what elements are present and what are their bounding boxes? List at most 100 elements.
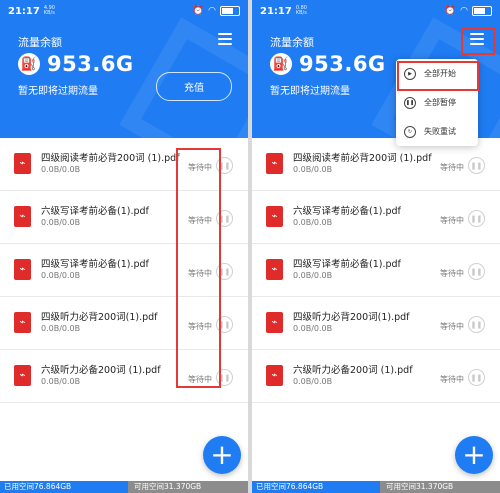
menu-item-label: 全部暂停 xyxy=(424,98,456,107)
menu-item-label: 失败重试 xyxy=(424,127,456,136)
recharge-button[interactable]: 充值 xyxy=(156,72,232,101)
hamburger-menu-icon[interactable] xyxy=(218,33,232,45)
menu-item-label: 全部开始 xyxy=(424,69,456,78)
status-time: 21:17 xyxy=(260,5,292,17)
pdf-file-icon: ⌁ xyxy=(266,206,283,227)
battery-icon xyxy=(220,6,240,16)
pause-icon[interactable]: ❚❚ xyxy=(216,210,233,227)
network-speed: 0.80 KB/s xyxy=(295,5,307,16)
right-screen: 21:17 0.80 KB/s ⏰ ◠ 流量余额 ⛽ 953.6G 暂无即将过期… xyxy=(252,0,500,493)
add-download-button[interactable]: + xyxy=(455,436,493,474)
traffic-amount: 953.6G xyxy=(47,52,134,76)
list-item[interactable]: ⌁ 四级听力必背200词(1).pdf 0.0B/0.0B 等待中 ❚❚ xyxy=(0,297,248,350)
status-bar: 21:17 4.90 KB/s ⏰ ◠ xyxy=(8,4,240,18)
pause-icon[interactable]: ❚❚ xyxy=(468,263,485,280)
menu-item-start-all[interactable]: ▶ 全部开始 xyxy=(396,59,478,88)
file-size: 0.0B/0.0B xyxy=(293,377,333,386)
download-status: 等待中 xyxy=(440,269,464,278)
menu-item-pause-all[interactable]: ❚❚ 全部暂停 xyxy=(396,88,478,117)
download-status: 等待中 xyxy=(188,269,212,278)
list-item[interactable]: ⌁ 四级听力必背200词(1).pdf 0.0B/0.0B 等待中 ❚❚ xyxy=(252,297,500,350)
wifi-icon: ◠ xyxy=(460,6,468,16)
storage-bar: 已用空间76.864GB 可用空间31.370GB xyxy=(252,481,500,493)
list-item[interactable]: ⌁ 六级听力必备200词 (1).pdf 0.0B/0.0B 等待中 ❚❚ xyxy=(0,350,248,403)
traffic-balance: ⛽ 953.6G xyxy=(18,52,134,76)
pause-icon[interactable]: ❚❚ xyxy=(216,316,233,333)
file-size: 0.0B/0.0B xyxy=(293,271,333,280)
hamburger-menu-icon[interactable] xyxy=(470,33,484,45)
pause-icon[interactable]: ❚❚ xyxy=(216,369,233,386)
download-status: 等待中 xyxy=(188,216,212,225)
comparison-screenshots: 21:17 4.90 KB/s ⏰ ◠ 流量余额 ⛽ 953.6G 暂无即将过期… xyxy=(0,0,500,493)
pause-icon[interactable]: ❚❚ xyxy=(216,263,233,280)
pdf-file-icon: ⌁ xyxy=(266,312,283,333)
status-icons: ⏰ ◠ xyxy=(445,6,492,16)
file-size: 0.0B/0.0B xyxy=(293,324,333,333)
battery-icon xyxy=(472,6,492,16)
file-size: 0.0B/0.0B xyxy=(41,218,81,227)
pdf-file-icon: ⌁ xyxy=(14,206,31,227)
gas-station-icon: ⛽ xyxy=(18,53,40,75)
storage-bar: 已用空间76.864GB 可用空间31.370GB xyxy=(0,481,248,493)
file-name: 四级写译考前必备(1).pdf xyxy=(293,259,401,270)
alarm-icon: ⏰ xyxy=(444,6,457,16)
traffic-balance: ⛽ 953.6G xyxy=(270,52,386,76)
download-status: 等待中 xyxy=(188,163,212,172)
file-name: 四级阅读考前必背200词 (1).pdf xyxy=(41,153,180,164)
available-space: 可用空间31.370GB xyxy=(128,481,248,493)
pause-icon[interactable]: ❚❚ xyxy=(468,316,485,333)
pdf-file-icon: ⌁ xyxy=(266,153,283,174)
add-download-button[interactable]: + xyxy=(203,436,241,474)
file-name: 四级听力必背200词(1).pdf xyxy=(293,312,410,323)
network-speed: 4.90 KB/s xyxy=(43,5,55,16)
pdf-file-icon: ⌁ xyxy=(14,312,31,333)
pdf-file-icon: ⌁ xyxy=(14,365,31,386)
file-name: 六级写译考前必备(1).pdf xyxy=(293,206,401,217)
status-bar: 21:17 0.80 KB/s ⏰ ◠ xyxy=(260,4,492,18)
refresh-icon: ↻ xyxy=(404,125,416,138)
pdf-file-icon: ⌁ xyxy=(266,365,283,386)
file-name: 四级写译考前必备(1).pdf xyxy=(41,259,149,270)
file-size: 0.0B/0.0B xyxy=(293,218,333,227)
left-screen: 21:17 4.90 KB/s ⏰ ◠ 流量余额 ⛽ 953.6G 暂无即将过期… xyxy=(0,0,248,493)
list-item[interactable]: ⌁ 六级听力必备200词 (1).pdf 0.0B/0.0B 等待中 ❚❚ xyxy=(252,350,500,403)
pause-icon[interactable]: ❚❚ xyxy=(468,369,485,386)
menu-item-retry-failed[interactable]: ↻ 失败重试 xyxy=(396,117,478,146)
download-status: 等待中 xyxy=(440,216,464,225)
file-name: 六级听力必备200词 (1).pdf xyxy=(41,365,161,376)
pause-icon[interactable]: ❚❚ xyxy=(468,157,485,174)
page-title: 流量余额 xyxy=(270,36,314,49)
file-size: 0.0B/0.0B xyxy=(41,271,81,280)
status-icons: ⏰ ◠ xyxy=(193,6,240,16)
pause-icon[interactable]: ❚❚ xyxy=(468,210,485,227)
list-item[interactable]: ⌁ 六级写译考前必备(1).pdf 0.0B/0.0B 等待中 ❚❚ xyxy=(0,191,248,244)
traffic-amount: 953.6G xyxy=(299,52,386,76)
expire-note: 暂无即将过期流量 xyxy=(270,86,350,97)
list-item[interactable]: ⌁ 四级阅读考前必背200词 (1).pdf 0.0B/0.0B 等待中 ❚❚ xyxy=(0,138,248,191)
status-time: 21:17 xyxy=(8,5,40,17)
page-title: 流量余额 xyxy=(18,36,62,49)
file-name: 六级听力必备200词 (1).pdf xyxy=(293,365,413,376)
play-icon: ▶ xyxy=(404,67,416,80)
list-item[interactable]: ⌁ 四级写译考前必备(1).pdf 0.0B/0.0B 等待中 ❚❚ xyxy=(0,244,248,297)
download-status: 等待中 xyxy=(440,322,464,331)
list-item[interactable]: ⌁ 四级写译考前必备(1).pdf 0.0B/0.0B 等待中 ❚❚ xyxy=(252,244,500,297)
download-list: ⌁ 四级阅读考前必背200词 (1).pdf 0.0B/0.0B 等待中 ❚❚ … xyxy=(0,138,248,403)
pdf-file-icon: ⌁ xyxy=(266,259,283,280)
used-space: 已用空间76.864GB xyxy=(256,482,324,491)
file-size: 0.0B/0.0B xyxy=(41,324,81,333)
expire-note: 暂无即将过期流量 xyxy=(18,86,98,97)
file-size: 0.0B/0.0B xyxy=(41,165,81,174)
pause-icon[interactable]: ❚❚ xyxy=(216,157,233,174)
download-status: 等待中 xyxy=(188,375,212,384)
pdf-file-icon: ⌁ xyxy=(14,259,31,280)
header: 21:17 4.90 KB/s ⏰ ◠ 流量余额 ⛽ 953.6G 暂无即将过期… xyxy=(0,0,248,138)
actions-menu: ▶ 全部开始 ❚❚ 全部暂停 ↻ 失败重试 xyxy=(396,59,478,146)
download-status: 等待中 xyxy=(188,322,212,331)
file-name: 四级阅读考前必背200词 (1).pdf xyxy=(293,153,432,164)
used-space: 已用空间76.864GB xyxy=(4,482,72,491)
list-item[interactable]: ⌁ 六级写译考前必备(1).pdf 0.0B/0.0B 等待中 ❚❚ xyxy=(252,191,500,244)
download-status: 等待中 xyxy=(440,163,464,172)
file-size: 0.0B/0.0B xyxy=(293,165,333,174)
file-name: 四级听力必背200词(1).pdf xyxy=(41,312,158,323)
